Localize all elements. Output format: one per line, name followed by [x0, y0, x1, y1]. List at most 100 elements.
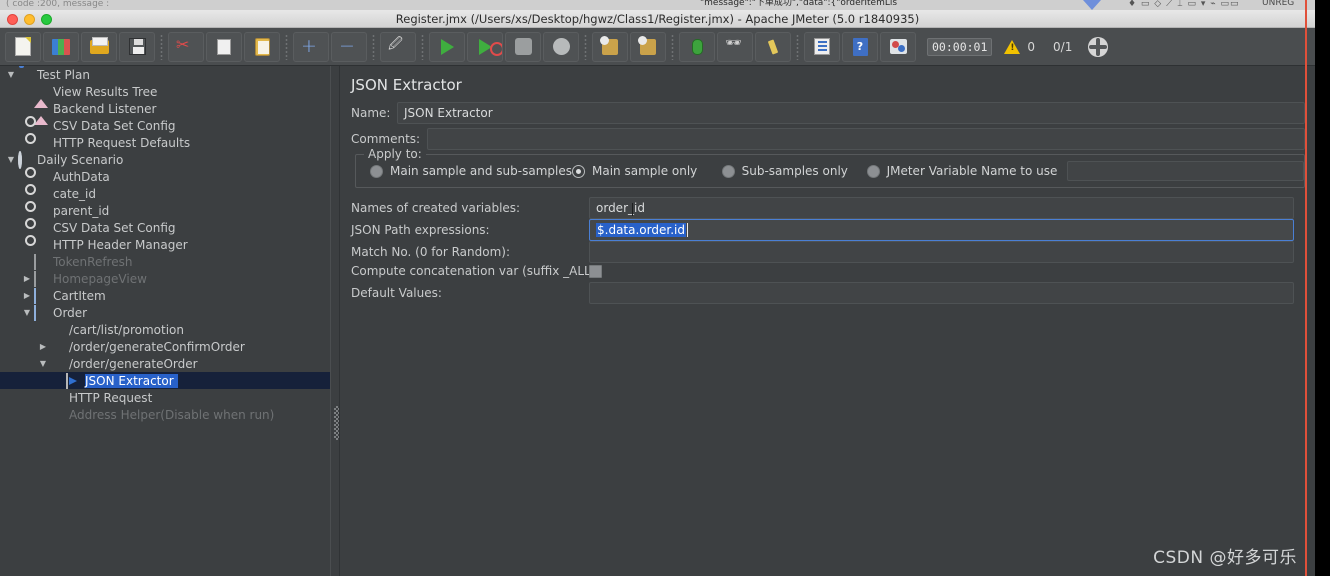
- paste-button[interactable]: [244, 31, 280, 62]
- title-bar: Register.jmx (/Users/xs/Desktop/hgwz/Cla…: [0, 10, 1315, 28]
- clipboard-paste-icon: [254, 37, 270, 56]
- toggle-button[interactable]: 🖉: [380, 31, 416, 62]
- json-path-input[interactable]: $.data.order.id: [589, 219, 1294, 241]
- extras-button[interactable]: [880, 31, 916, 62]
- search-button[interactable]: 🕶: [717, 31, 753, 62]
- config-element-icon: [34, 238, 50, 252]
- bg-mid-fragment: "message":"下单成功","data":{"orderItemLis: [700, 0, 898, 8]
- variable-names-input[interactable]: order_id: [589, 197, 1294, 219]
- split-divider[interactable]: [330, 66, 340, 576]
- start-no-pauses-button[interactable]: [467, 31, 503, 62]
- help-button[interactable]: ?: [842, 31, 878, 62]
- tree-item-json-extractor[interactable]: JSON Extractor: [0, 372, 330, 389]
- split-divider-grip[interactable]: [334, 406, 339, 440]
- tree-item-http-request-defaults[interactable]: HTTP Request Defaults: [0, 134, 330, 151]
- tree-item-cartitem[interactable]: ▶ CartItem: [0, 287, 330, 304]
- expand-all-button[interactable]: +: [293, 31, 329, 62]
- jmeter-variable-name-input[interactable]: [1067, 161, 1304, 181]
- test-plan-tree[interactable]: ▼ Test Plan View Results Tree Backend Liste…: [0, 66, 330, 576]
- sampler-icon: [50, 357, 66, 371]
- templates-icon: [52, 38, 70, 55]
- expand-arrow-down-icon[interactable]: ▼: [4, 70, 18, 79]
- package-icon: [889, 39, 907, 54]
- start-play-icon: [440, 38, 454, 55]
- start-button[interactable]: [429, 31, 465, 62]
- expand-arrow-right-icon[interactable]: ▶: [20, 274, 34, 283]
- tree-item-address-helper-disable-when-run[interactable]: Address Helper(Disable when run): [0, 406, 330, 423]
- reset-search-button[interactable]: [755, 31, 791, 62]
- tree-item-cate-id[interactable]: cate_id: [0, 185, 330, 202]
- apply-to-radios[interactable]: Main sample and sub-samples Main sample o…: [356, 155, 1304, 187]
- tree-item-homepageview[interactable]: ▶ HomepageView: [0, 270, 330, 287]
- expand-arrow-right-icon[interactable]: ▶: [36, 342, 50, 351]
- match-no-label: Match No. (0 for Random):: [351, 245, 511, 259]
- tree-item-view-results-tree[interactable]: View Results Tree: [0, 83, 330, 108]
- tree-item-order-generateorder[interactable]: ▼ /order/generateOrder: [0, 355, 330, 372]
- radio-button[interactable]: [572, 164, 585, 178]
- stop-button[interactable]: [505, 31, 541, 62]
- controller-icon: [34, 253, 50, 270]
- apply-to-option-3[interactable]: JMeter Variable Name to use: [866, 164, 1058, 178]
- tree-item-label: View Results Tree: [53, 84, 158, 99]
- shutdown-button[interactable]: [543, 31, 579, 62]
- start-no-pauses-icon: [478, 38, 502, 56]
- tree-item-label: /order/generateConfirmOrder: [69, 339, 245, 354]
- match-no-input[interactable]: [589, 241, 1294, 263]
- new-test-plan-button[interactable]: [5, 31, 41, 62]
- tree-item-label: parent_id: [53, 203, 110, 218]
- copy-button[interactable]: [206, 31, 242, 62]
- templates-button[interactable]: [43, 31, 79, 62]
- tree-item-backend-listener[interactable]: Backend Listener: [0, 100, 330, 125]
- expand-arrow-right-icon[interactable]: ▶: [20, 291, 34, 300]
- tree-item-daily-scenario[interactable]: ▼ Daily Scenario: [0, 150, 330, 169]
- tree-item-order[interactable]: ▼ Order: [0, 304, 330, 321]
- save-button[interactable]: [119, 31, 155, 62]
- apply-to-option-0[interactable]: Main sample and sub-samples: [370, 164, 572, 178]
- tree-item-parent-id[interactable]: parent_id: [0, 202, 330, 219]
- json-path-row: JSON Path expressions: $.data.order.id: [351, 219, 1305, 241]
- expand-arrow-down-icon[interactable]: ▼: [20, 308, 34, 317]
- tree-item-csv-data-set-config[interactable]: CSV Data Set Config: [0, 219, 330, 236]
- function-list-icon: [814, 38, 830, 55]
- comments-input[interactable]: [427, 128, 1305, 150]
- function-helper-button[interactable]: [804, 31, 840, 62]
- variable-names-row: Names of created variables: order_id: [351, 197, 1305, 219]
- tree-item-test-plan[interactable]: ▼ Test Plan: [0, 66, 330, 83]
- tree-item-label: Order: [53, 305, 88, 320]
- radio-button[interactable]: [721, 164, 735, 178]
- radio-button[interactable]: [866, 164, 880, 178]
- apply-to-option-2[interactable]: Sub-samples only: [721, 164, 867, 178]
- tree-item-tokenrefresh[interactable]: TokenRefresh: [0, 253, 330, 270]
- concat-checkbox[interactable]: [589, 264, 602, 278]
- clear-icon: [600, 35, 618, 55]
- tree-item-csv-data-set-config[interactable]: CSV Data Set Config: [0, 117, 330, 134]
- ssl-manager-button[interactable]: [679, 31, 715, 62]
- cut-button[interactable]: ✂: [168, 31, 204, 62]
- expand-arrow-down-icon[interactable]: ▼: [4, 155, 18, 164]
- apply-to-option-1[interactable]: Main sample only: [572, 164, 722, 178]
- apply-to-group: Apply to: Main sample and sub-samples Mai…: [355, 147, 1305, 188]
- tree-item-authdata[interactable]: AuthData: [0, 168, 330, 185]
- tree-item-http-header-manager[interactable]: HTTP Header Manager: [0, 236, 330, 253]
- expand-arrow-down-icon[interactable]: ▼: [36, 359, 50, 368]
- tree-item-label: /cart/list/promotion: [69, 322, 184, 337]
- tree-item-label: HTTP Request Defaults: [53, 135, 191, 150]
- warning-indicator[interactable]: 0: [1004, 39, 1035, 54]
- jmeter-window: ( code :200, message : "message":"下单成功",…: [0, 0, 1315, 576]
- globe-icon[interactable]: [1088, 36, 1109, 57]
- apply-to-option-label: Sub-samples only: [741, 164, 848, 178]
- radio-button[interactable]: [370, 164, 383, 178]
- open-button[interactable]: [81, 31, 117, 62]
- clear-all-button[interactable]: [630, 31, 666, 62]
- tree-item-order-generateconfirmorder[interactable]: ▶ /order/generateConfirmOrder: [0, 338, 330, 355]
- name-input[interactable]: JSON Extractor: [397, 102, 1305, 124]
- clear-button[interactable]: [592, 31, 628, 62]
- collapse-all-button[interactable]: −: [331, 31, 367, 62]
- apply-to-option-label: JMeter Variable Name to use: [886, 164, 1058, 178]
- controller-blue-icon: [34, 304, 50, 321]
- comments-row: Comments:: [351, 128, 1305, 150]
- binoculars-icon: 🕶: [725, 35, 742, 51]
- default-values-input[interactable]: [589, 282, 1294, 304]
- tree-item-http-request[interactable]: HTTP Request: [0, 389, 330, 406]
- tree-item-cart-list-promotion[interactable]: /cart/list/promotion: [0, 321, 330, 338]
